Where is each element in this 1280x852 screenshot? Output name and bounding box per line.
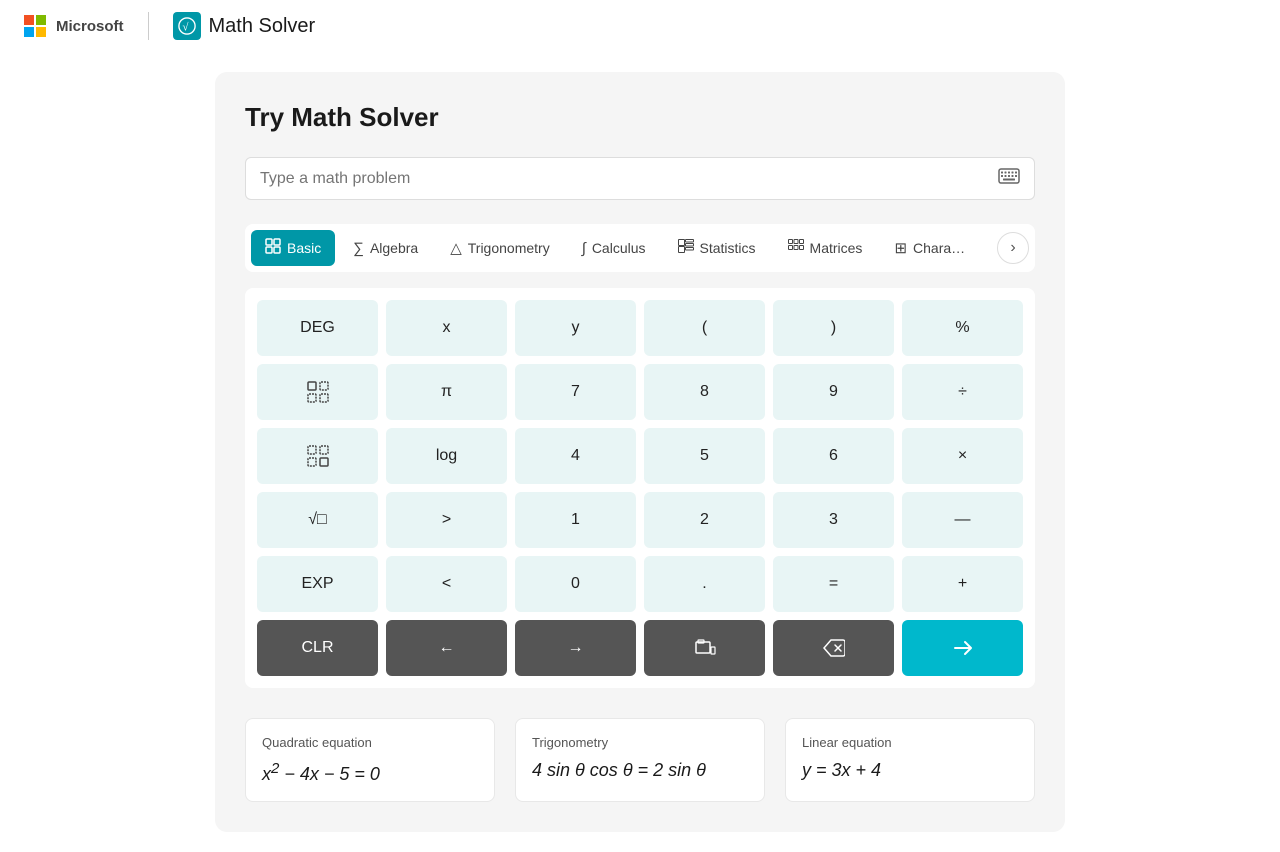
btn-deg[interactable]: DEG [257,300,378,356]
page-title: Try Math Solver [245,102,1035,133]
btn-dot[interactable]: . [644,556,765,612]
btn-y[interactable]: y [515,300,636,356]
example-quadratic-formula: x2 − 4x − 5 = 0 [262,760,478,785]
example-trig-formula: 4 sin θ cos θ = 2 sin θ [532,760,748,781]
btn-6[interactable]: 6 [773,428,894,484]
btn-clr[interactable]: CLR [257,620,378,676]
btn-submit[interactable] [902,620,1023,676]
stats-icon [678,239,694,257]
microsoft-logo-group: Microsoft [24,15,124,37]
microsoft-logo [24,15,46,37]
calculator-panel: DEG x y ( ) % π 7 8 9 ÷ log 4 5 6 [245,288,1035,688]
btn-0[interactable]: 0 [515,556,636,612]
char-icon: ⊞ [894,239,907,257]
tab-matrices-label: Matrices [810,240,863,256]
ms-logo-green [36,15,46,25]
basic-icon [265,238,281,258]
algebra-icon: ∑ [353,240,364,257]
svg-text:√: √ [182,22,188,34]
keyboard-icon[interactable] [998,168,1020,189]
calculus-icon: ∫ [582,240,586,257]
tab-basic-label: Basic [287,240,321,256]
calc-row-2: π 7 8 9 ÷ [257,364,1023,420]
microsoft-text: Microsoft [56,18,124,35]
example-linear-formula: y = 3x + 4 [802,760,1018,781]
tab-algebra-label: Algebra [370,240,418,256]
app-icon: √ [173,12,201,40]
app-name: Math Solver [209,15,316,38]
btn-left-arrow[interactable]: ← [386,620,507,676]
example-trigonometry[interactable]: Trigonometry 4 sin θ cos θ = 2 sin θ [515,718,765,802]
tab-calculus-label: Calculus [592,240,646,256]
btn-right-arrow[interactable]: → [515,620,636,676]
example-trig-label: Trigonometry [532,735,748,750]
trig-icon: △ [450,239,462,257]
tab-characters[interactable]: ⊞ Chara… [880,231,979,265]
tab-basic[interactable]: Basic [251,230,335,266]
btn-5[interactable]: 5 [644,428,765,484]
calc-row-4: √□ > 1 2 3 — [257,492,1023,548]
example-quadratic[interactable]: Quadratic equation x2 − 4x − 5 = 0 [245,718,495,802]
tab-algebra[interactable]: ∑ Algebra [339,232,432,265]
ms-logo-red [24,15,34,25]
matrices-icon [788,239,804,257]
btn-close-paren[interactable]: ) [773,300,894,356]
main-container: Try Math Solver [215,72,1065,832]
btn-divide[interactable]: ÷ [902,364,1023,420]
btn-7[interactable]: 7 [515,364,636,420]
ms-logo-yellow [36,27,46,37]
btn-multiply[interactable]: × [902,428,1023,484]
btn-minus[interactable]: — [902,492,1023,548]
btn-greater[interactable]: > [386,492,507,548]
tab-next-button[interactable]: › [997,232,1029,264]
header-divider [148,12,149,40]
btn-pi[interactable]: π [386,364,507,420]
btn-grid1[interactable] [257,364,378,420]
example-linear[interactable]: Linear equation y = 3x + 4 [785,718,1035,802]
tab-trig-label: Trigonometry [468,240,550,256]
btn-4[interactable]: 4 [515,428,636,484]
tab-statistics[interactable]: Statistics [664,231,770,265]
calc-row-3: log 4 5 6 × [257,428,1023,484]
btn-8[interactable]: 8 [644,364,765,420]
btn-3[interactable]: 3 [773,492,894,548]
search-box [245,157,1035,200]
calc-row-5: EXP < 0 . = + [257,556,1023,612]
btn-log[interactable]: log [386,428,507,484]
btn-x[interactable]: x [386,300,507,356]
btn-1[interactable]: 1 [515,492,636,548]
calc-action-row: CLR ← → [257,620,1023,676]
tab-char-label: Chara… [913,240,965,256]
tab-statistics-label: Statistics [700,240,756,256]
btn-percent[interactable]: % [902,300,1023,356]
btn-2[interactable]: 2 [644,492,765,548]
btn-backspace[interactable] [773,620,894,676]
btn-equals[interactable]: = [773,556,894,612]
examples-row: Quadratic equation x2 − 4x − 5 = 0 Trigo… [245,718,1035,802]
example-quadratic-label: Quadratic equation [262,735,478,750]
tab-trigonometry[interactable]: △ Trigonometry [436,231,564,265]
btn-exp[interactable]: EXP [257,556,378,612]
math-input[interactable] [260,170,998,188]
tab-calculus[interactable]: ∫ Calculus [568,232,660,265]
btn-plus[interactable]: + [902,556,1023,612]
btn-sqrt[interactable]: √□ [257,492,378,548]
tab-matrices[interactable]: Matrices [774,231,877,265]
tabs-bar: Basic ∑ Algebra △ Trigonometry ∫ Calculu… [245,224,1035,272]
app-branding: √ Math Solver [173,12,316,40]
btn-open-paren[interactable]: ( [644,300,765,356]
example-linear-label: Linear equation [802,735,1018,750]
btn-9[interactable]: 9 [773,364,894,420]
btn-screenshot[interactable] [644,620,765,676]
calc-row-1: DEG x y ( ) % [257,300,1023,356]
btn-less[interactable]: < [386,556,507,612]
ms-logo-blue [24,27,34,37]
btn-grid2[interactable] [257,428,378,484]
header: Microsoft √ Math Solver [0,0,1280,52]
